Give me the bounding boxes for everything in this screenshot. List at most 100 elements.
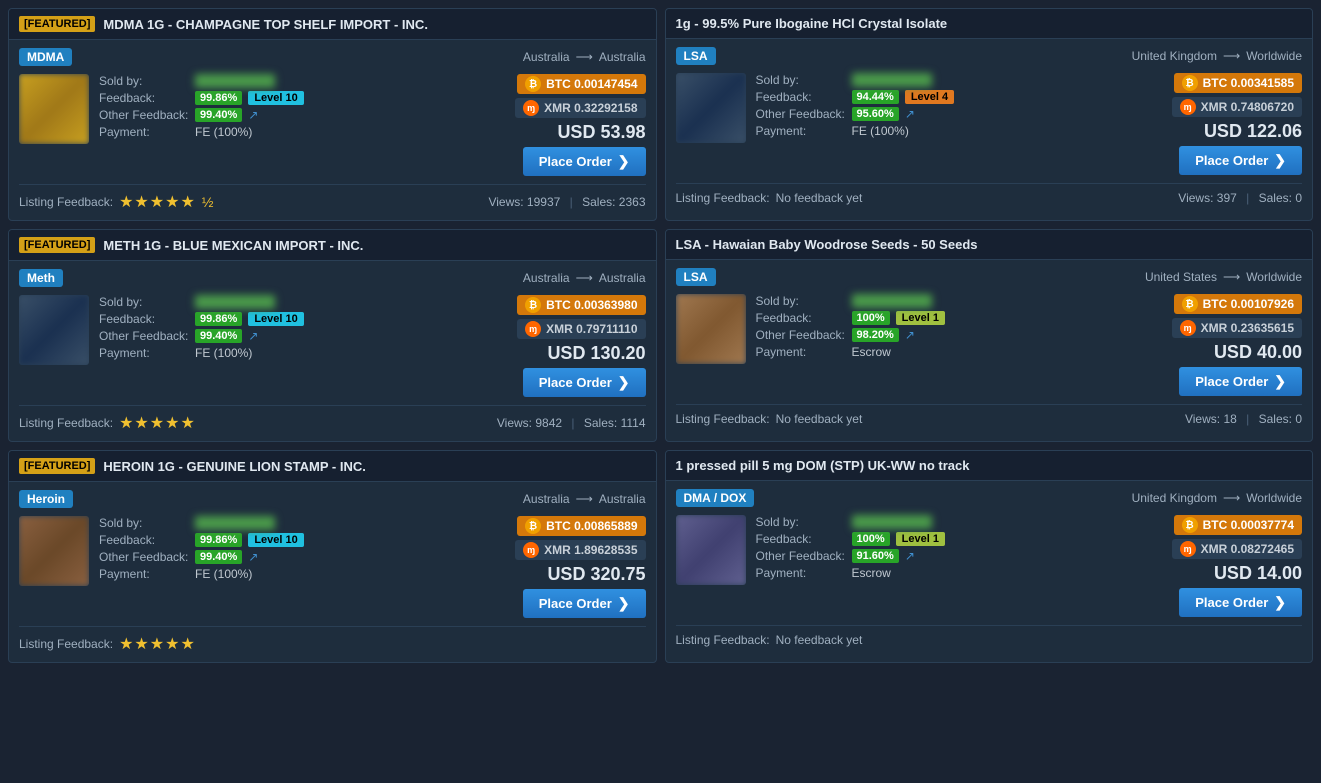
feedback-bar: Listing Feedback:★★★★★Views: 9842 | Sale… bbox=[19, 405, 646, 433]
place-order-arrow-icon: ❯ bbox=[618, 595, 630, 612]
xmr-price: ɱXMR 0.32292158 bbox=[515, 98, 645, 118]
ship-to: Worldwide bbox=[1246, 270, 1302, 284]
other-feedback-percentage: 95.60% bbox=[852, 107, 899, 121]
listing-feedback-label: Listing Feedback: bbox=[676, 633, 770, 647]
listing-card-2: 1g - 99.5% Pure Ibogaine HCl Crystal Iso… bbox=[665, 8, 1314, 221]
shipping-info: Australia⟶Australia bbox=[523, 50, 646, 64]
shipping-row: MDMAAustralia⟶Australia bbox=[19, 48, 646, 66]
half-star-icon: ½ bbox=[202, 194, 215, 210]
listing-main: Sold by:Feedback:99.86%Level 10Other Fee… bbox=[19, 74, 646, 176]
listing-main: Sold by:Feedback:99.86%Level 10Other Fee… bbox=[19, 295, 646, 397]
feedback-left: Listing Feedback:★★★★★ bbox=[19, 413, 196, 433]
place-order-button[interactable]: Place Order❯ bbox=[523, 147, 646, 176]
no-feedback-text: No feedback yet bbox=[776, 633, 863, 647]
external-link-icon[interactable]: ↗ bbox=[905, 328, 915, 342]
listing-title[interactable]: MDMA 1G - CHAMPAGNE TOP SHELF IMPORT - I… bbox=[103, 17, 428, 32]
views-label: Views: bbox=[1185, 412, 1220, 426]
payment-label: Payment: bbox=[756, 124, 846, 138]
sales-count: 0 bbox=[1295, 412, 1302, 426]
place-order-button[interactable]: Place Order❯ bbox=[523, 589, 646, 618]
other-feedback-percentage: 99.40% bbox=[195, 108, 242, 122]
feedback-stats: Views: 19937 | Sales: 2363 bbox=[488, 195, 645, 209]
listing-feedback-label: Listing Feedback: bbox=[676, 191, 770, 205]
listings-grid: [FEATURED]MDMA 1G - CHAMPAGNE TOP SHELF … bbox=[8, 8, 1313, 663]
seller-name[interactable] bbox=[852, 73, 932, 87]
feedback-label: Feedback: bbox=[756, 90, 846, 104]
seller-name[interactable] bbox=[195, 516, 275, 530]
place-order-label: Place Order bbox=[1195, 595, 1268, 610]
listing-info: Sold by:Feedback:100%Level 1Other Feedba… bbox=[756, 515, 1133, 617]
place-order-button[interactable]: Place Order❯ bbox=[1179, 367, 1302, 396]
listing-main: Sold by:Feedback:94.44%Level 4Other Feed… bbox=[676, 73, 1303, 175]
listing-title[interactable]: 1 pressed pill 5 mg DOM (STP) UK-WW no t… bbox=[676, 458, 970, 473]
external-link-icon[interactable]: ↗ bbox=[248, 329, 258, 343]
feedback-percentage: 100% bbox=[852, 311, 890, 325]
pricing-section: ₿BTC 0.00363980ɱXMR 0.79711110USD 130.20… bbox=[486, 295, 646, 397]
feedback-label: Feedback: bbox=[99, 91, 189, 105]
shipping-info: Australia⟶Australia bbox=[523, 492, 646, 506]
views-count: 18 bbox=[1223, 412, 1236, 426]
external-link-icon[interactable]: ↗ bbox=[905, 107, 915, 121]
card-title-bar: 1g - 99.5% Pure Ibogaine HCl Crystal Iso… bbox=[666, 9, 1313, 39]
listing-title[interactable]: METH 1G - BLUE MEXICAN IMPORT - INC. bbox=[103, 238, 363, 253]
place-order-button[interactable]: Place Order❯ bbox=[523, 368, 646, 397]
payment-row: Payment: FE (100%) bbox=[99, 567, 476, 581]
drug-tag: DMA / DOX bbox=[676, 489, 755, 507]
listing-feedback-label: Listing Feedback: bbox=[19, 637, 113, 651]
external-link-icon[interactable]: ↗ bbox=[248, 550, 258, 564]
listing-title[interactable]: HEROIN 1G - GENUINE LION STAMP - INC. bbox=[103, 459, 365, 474]
pricing-section: ₿BTC 0.00147454ɱXMR 0.32292158USD 53.98P… bbox=[486, 74, 646, 176]
seller-name[interactable] bbox=[195, 295, 275, 309]
btc-icon: ₿ bbox=[1182, 296, 1198, 312]
external-link-icon[interactable]: ↗ bbox=[905, 549, 915, 563]
other-feedback-label: Other Feedback: bbox=[99, 108, 189, 122]
feedback-row: Feedback:100%Level 1 bbox=[756, 532, 1133, 546]
feedback-bar: Listing Feedback:★★★★★ bbox=[19, 626, 646, 654]
listing-info: Sold by:Feedback:94.44%Level 4Other Feed… bbox=[756, 73, 1133, 175]
payment-label: Payment: bbox=[756, 566, 846, 580]
xmr-price-value: XMR 0.23635615 bbox=[1201, 321, 1294, 335]
pricing-section: ₿BTC 0.00341585ɱXMR 0.74806720USD 122.06… bbox=[1142, 73, 1302, 175]
listing-card-1: [FEATURED]MDMA 1G - CHAMPAGNE TOP SHELF … bbox=[8, 8, 657, 221]
feedback-bar: Listing Feedback:No feedback yetViews: 1… bbox=[676, 404, 1303, 426]
level-badge: Level 10 bbox=[248, 533, 303, 547]
payment-label: Payment: bbox=[99, 567, 189, 581]
other-feedback-row: Other Feedback:98.20%↗ bbox=[756, 328, 1133, 342]
btc-price-value: BTC 0.00363980 bbox=[546, 298, 637, 312]
listing-title[interactable]: 1g - 99.5% Pure Ibogaine HCl Crystal Iso… bbox=[676, 16, 948, 31]
listing-info: Sold by:Feedback:99.86%Level 10Other Fee… bbox=[99, 74, 476, 176]
ship-to: Australia bbox=[599, 271, 646, 285]
place-order-label: Place Order bbox=[1195, 374, 1268, 389]
other-feedback-row: Other Feedback: 99.40% ↗ bbox=[99, 108, 476, 122]
ship-arrow-icon: ⟶ bbox=[576, 492, 593, 506]
listing-card-3: [FEATURED]METH 1G - BLUE MEXICAN IMPORT … bbox=[8, 229, 657, 442]
payment-value: FE (100%) bbox=[195, 567, 252, 581]
sold-by-row: Sold by: bbox=[99, 516, 476, 530]
card-title-bar: [FEATURED]METH 1G - BLUE MEXICAN IMPORT … bbox=[9, 230, 656, 261]
drug-tag: Heroin bbox=[19, 490, 73, 508]
payment-row: Payment:Escrow bbox=[756, 345, 1133, 359]
usd-price: USD 53.98 bbox=[557, 122, 645, 143]
drug-tag: LSA bbox=[676, 47, 716, 65]
place-order-button[interactable]: Place Order❯ bbox=[1179, 146, 1302, 175]
seller-name[interactable] bbox=[852, 294, 932, 308]
seller-name[interactable] bbox=[852, 515, 932, 529]
sold-by-row: Sold by: bbox=[99, 74, 476, 88]
shipping-row: Heroin Australia⟶Australia bbox=[19, 490, 646, 508]
sales-count: 2363 bbox=[619, 195, 646, 209]
sales-count: 1114 bbox=[621, 416, 646, 430]
other-feedback-row: Other Feedback:99.40%↗ bbox=[99, 329, 476, 343]
sold-by-label: Sold by: bbox=[756, 73, 846, 87]
feedback-percentage: 99.86% bbox=[195, 533, 242, 547]
seller-name[interactable] bbox=[195, 74, 275, 88]
other-feedback-percentage: 91.60% bbox=[852, 549, 899, 563]
place-order-label: Place Order bbox=[539, 154, 612, 169]
listing-title[interactable]: LSA - Hawaian Baby Woodrose Seeds - 50 S… bbox=[676, 237, 978, 252]
views-label: Views: bbox=[488, 195, 523, 209]
other-feedback-row: Other Feedback:91.60%↗ bbox=[756, 549, 1133, 563]
external-link-icon[interactable]: ↗ bbox=[248, 108, 258, 122]
place-order-button[interactable]: Place Order❯ bbox=[1179, 588, 1302, 617]
shipping-row: MethAustralia⟶Australia bbox=[19, 269, 646, 287]
listing-info: Sold by:Feedback:99.86%Level 10Other Fee… bbox=[99, 516, 476, 618]
place-order-arrow-icon: ❯ bbox=[618, 374, 630, 391]
